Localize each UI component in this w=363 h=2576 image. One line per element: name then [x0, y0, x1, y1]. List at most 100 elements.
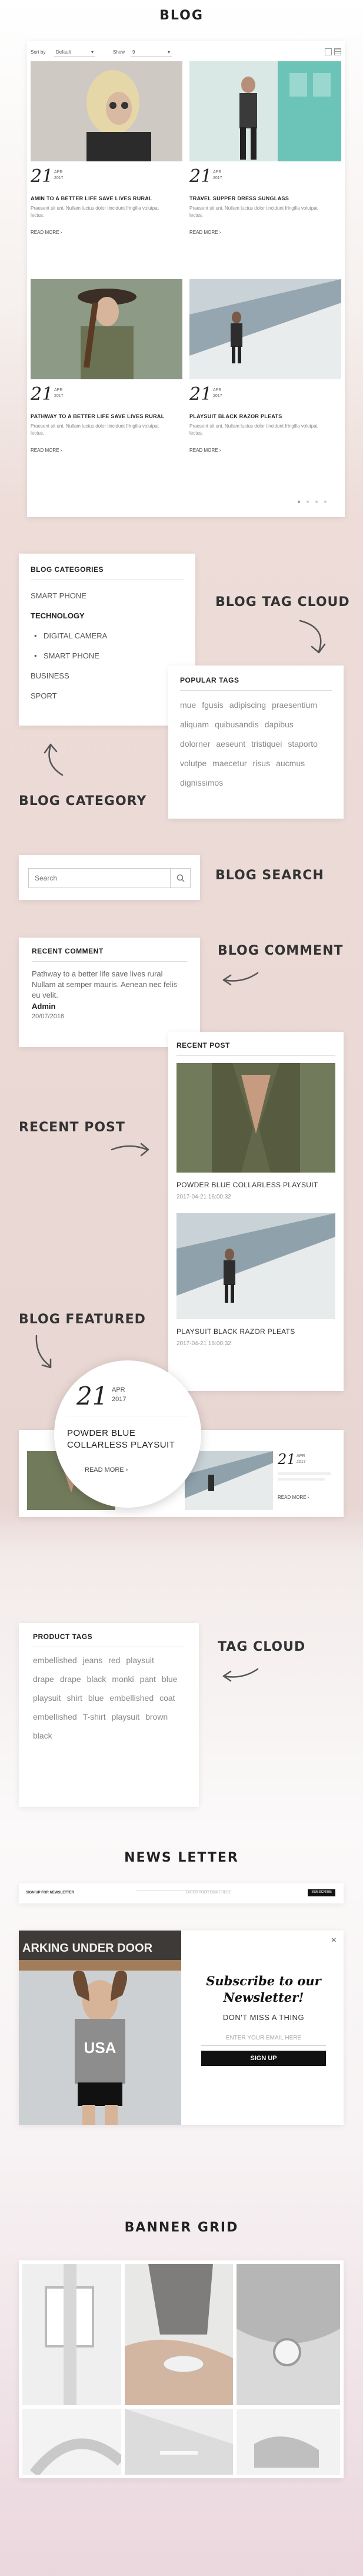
- tag-link[interactable]: quibusandis: [215, 715, 259, 734]
- tag-link[interactable]: pant: [140, 1670, 156, 1688]
- search-button[interactable]: [170, 869, 190, 888]
- post-date-year: 2017: [54, 176, 64, 180]
- tag-link[interactable]: dolorner: [180, 734, 210, 753]
- tag-link[interactable]: staporto: [288, 734, 318, 753]
- recent-post-title[interactable]: PLAYSUIT BLACK RAZOR PLEATS: [176, 1327, 335, 1336]
- tag-link[interactable]: black: [33, 1726, 52, 1745]
- newsletter-image: USA ARKING UNDER DOOR: [19, 1931, 181, 2125]
- sign-text: ARKING UNDER DOOR: [22, 1942, 153, 1955]
- newsletter-signup-button[interactable]: SIGN UP: [201, 2051, 326, 2066]
- tag-link[interactable]: blue: [88, 1688, 104, 1707]
- post-title[interactable]: PATHWAY TO A BETTER LIFE SAVE LIVES RURA…: [31, 413, 182, 419]
- search-input[interactable]: [29, 869, 168, 888]
- arrow-icon: [222, 972, 259, 986]
- blog-toolbar: Sort by Default ▾ Show 9 ▾: [31, 47, 341, 58]
- recent-post-title[interactable]: POWDER BLUE COLLARLESS PLAYSUIT: [176, 1181, 335, 1189]
- read-more-link[interactable]: READ MORE ›: [31, 448, 62, 453]
- tag-link[interactable]: tristiquei: [251, 734, 282, 753]
- post-title[interactable]: PLAYSUIT BLACK RAZOR PLEATS: [189, 413, 341, 419]
- blog-post-image[interactable]: [31, 279, 182, 379]
- tag-link[interactable]: shirt: [66, 1688, 82, 1707]
- post-date-year: 2017: [54, 394, 64, 398]
- tag-link[interactable]: fgusis: [202, 696, 224, 714]
- read-more-link[interactable]: READ MORE ›: [189, 230, 221, 235]
- category-item[interactable]: SPORT: [31, 686, 184, 706]
- show-select[interactable]: 9 ▾: [131, 48, 172, 57]
- read-more-label: READ MORE: [31, 448, 59, 453]
- tag-link[interactable]: monki: [112, 1670, 134, 1688]
- tag-link[interactable]: dignissimos: [180, 773, 223, 792]
- banner-image[interactable]: [237, 2264, 340, 2405]
- tag-link[interactable]: aucmus: [276, 754, 305, 773]
- tag-link[interactable]: red: [108, 1651, 120, 1670]
- read-more-link[interactable]: READ MORE ›: [31, 230, 62, 235]
- blog-post-card: 21 APR 2017 AMIN TO A BETTER LIFE SAVE L…: [31, 61, 182, 273]
- category-item[interactable]: • DIGITAL CAMERA: [31, 626, 184, 646]
- tag-link[interactable]: playsuit: [112, 1707, 139, 1726]
- pagination-dot[interactable]: [307, 501, 309, 503]
- post-title[interactable]: TRAVEL SUPPER DRESS SUNGLASS: [189, 196, 341, 201]
- banner-image[interactable]: [22, 2264, 121, 2405]
- grid-view-icon[interactable]: [325, 48, 332, 55]
- tag-link[interactable]: T-shirt: [83, 1707, 106, 1726]
- category-item[interactable]: TECHNOLOGY: [31, 606, 184, 626]
- featured-title[interactable]: POWDER BLUE COLLARLESS PLAYSUIT: [67, 1428, 188, 1451]
- read-more-label: READ MORE: [85, 1466, 124, 1474]
- blog-post-image[interactable]: [189, 279, 341, 379]
- tag-link[interactable]: drape: [60, 1670, 81, 1688]
- banner-image[interactable]: [22, 2409, 121, 2475]
- category-item[interactable]: SMART PHONE: [31, 586, 184, 606]
- banner-image[interactable]: [125, 2264, 233, 2405]
- recent-post-image[interactable]: [176, 1213, 335, 1319]
- comment-text[interactable]: Pathway to a better life save lives rura…: [32, 969, 187, 1001]
- tag-link[interactable]: coat: [159, 1688, 175, 1707]
- tag-link[interactable]: praesentium: [272, 696, 317, 714]
- close-icon[interactable]: ×: [331, 1935, 337, 1946]
- tag-link[interactable]: risus: [253, 754, 271, 773]
- recent-post-image[interactable]: [176, 1063, 335, 1173]
- read-more-link[interactable]: READ MORE ›: [85, 1466, 128, 1474]
- post-date-day: 21: [189, 166, 212, 187]
- featured-image[interactable]: [185, 1451, 273, 1510]
- tag-link[interactable]: embellished: [33, 1707, 77, 1726]
- tag-link[interactable]: jeans: [83, 1651, 102, 1670]
- tag-link[interactable]: black: [87, 1670, 106, 1688]
- tag-link[interactable]: embellished: [33, 1651, 77, 1670]
- featured-date-year: 2017: [297, 1460, 306, 1464]
- newsletter-bar-label: SIGN UP FOR NEWSLETTER: [26, 1891, 74, 1895]
- tag-link[interactable]: aeseunt: [216, 734, 245, 753]
- tag-link[interactable]: playsuit: [33, 1688, 61, 1707]
- tag-link[interactable]: brown: [145, 1707, 168, 1726]
- sortby-select[interactable]: Default ▾: [54, 48, 95, 57]
- tag-list: embellished jeans red playsuitdrape drape bla…: [33, 1651, 185, 1745]
- pagination-dot[interactable]: [298, 501, 300, 503]
- tag-link[interactable]: volutpe: [180, 754, 207, 773]
- chevron-down-icon: ▾: [91, 49, 94, 55]
- banner-image[interactable]: [125, 2409, 233, 2475]
- category-item[interactable]: BUSINESS: [31, 666, 184, 686]
- newsletter-email-input[interactable]: ENTER YOUR EMAIL HERE: [201, 2031, 326, 2046]
- blog-post-image[interactable]: [31, 61, 182, 161]
- tag-link[interactable]: embellished: [109, 1688, 154, 1707]
- tag-link[interactable]: mue: [180, 696, 196, 714]
- tag-link[interactable]: drape: [33, 1670, 54, 1688]
- tag-link[interactable]: blue: [162, 1670, 177, 1688]
- category-item[interactable]: • SMART PHONE: [31, 646, 184, 666]
- tag-link[interactable]: dapibus: [265, 715, 294, 734]
- sortby-value: Default: [56, 49, 71, 55]
- pagination-dot[interactable]: [315, 501, 318, 503]
- post-title[interactable]: AMIN TO A BETTER LIFE SAVE LIVES RURAL: [31, 196, 182, 201]
- featured-date-year: 2017: [112, 1396, 126, 1403]
- tag-link[interactable]: playsuit: [126, 1651, 154, 1670]
- search-icon: [176, 874, 185, 882]
- tag-link[interactable]: maecetur: [212, 754, 247, 773]
- read-more-link[interactable]: READ MORE ›: [278, 1495, 309, 1500]
- pagination-dot[interactable]: [324, 501, 327, 503]
- tag-link[interactable]: adipiscing: [229, 696, 266, 714]
- list-view-icon[interactable]: [334, 48, 341, 55]
- read-more-link[interactable]: READ MORE ›: [189, 448, 221, 453]
- tag-link[interactable]: aliquam: [180, 715, 209, 734]
- banner-image[interactable]: [237, 2409, 340, 2475]
- newsletter-bar-subscribe-button[interactable]: SUBSCRIBE: [308, 1889, 335, 1896]
- blog-post-image[interactable]: [189, 61, 341, 161]
